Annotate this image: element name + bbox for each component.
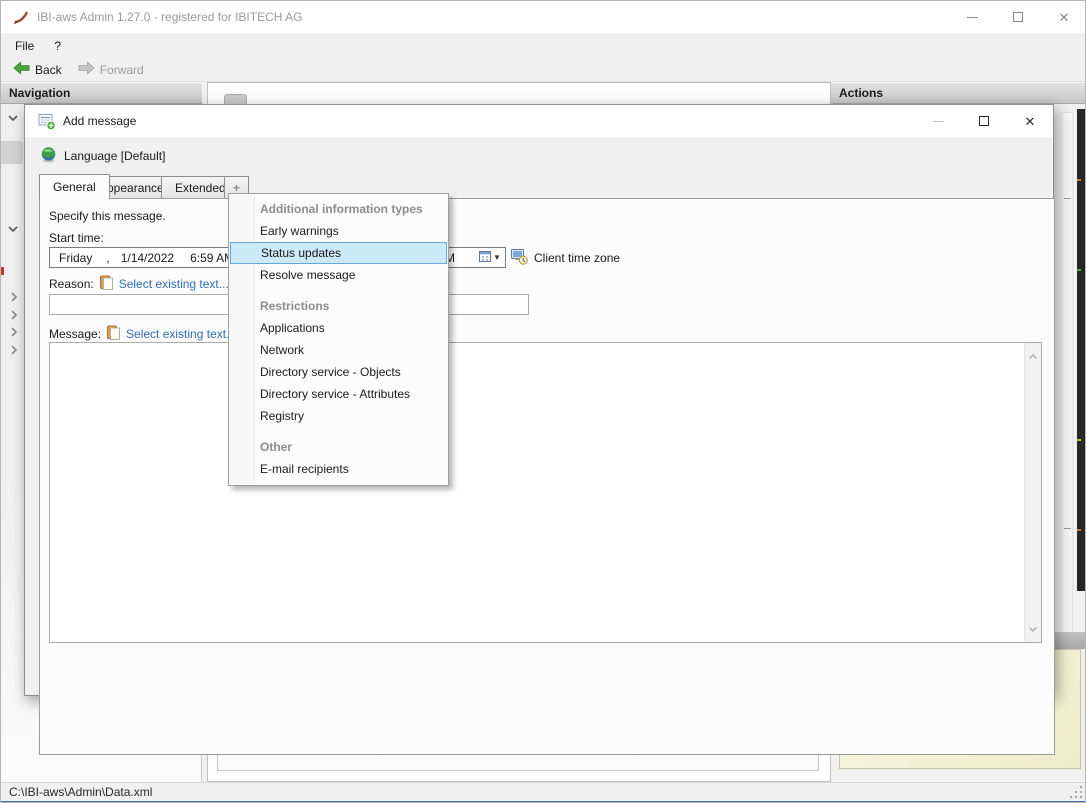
status-path: C:\IBI-aws\Admin\Data.xml xyxy=(9,785,153,799)
reason-label: Reason: xyxy=(49,277,94,291)
dialog-close-button[interactable]: ✕ xyxy=(1007,105,1053,137)
navigation-panel-header: Navigation xyxy=(1,82,202,104)
add-message-icon xyxy=(38,112,56,133)
language-label: Language [Default] xyxy=(64,149,166,163)
forward-arrow-icon xyxy=(78,61,95,78)
chevron-down-icon[interactable] xyxy=(7,222,19,236)
chevron-right-icon[interactable] xyxy=(10,326,18,341)
reason-row: Reason: Select existing text... xyxy=(49,275,229,293)
menu-item-early-warnings[interactable]: Early warnings xyxy=(229,220,448,242)
general-tab-panel: Specify this message. Start time: Friday… xyxy=(39,198,1055,755)
add-message-dialog: Add message ✕ Language [Default] General… xyxy=(24,104,1055,755)
tab-general[interactable]: General xyxy=(39,174,110,199)
menu-help[interactable]: ? xyxy=(44,33,71,58)
intro-text: Specify this message. xyxy=(49,209,166,223)
window-maximize-button[interactable] xyxy=(995,1,1041,33)
chevron-right-icon[interactable] xyxy=(10,344,18,359)
chevron-down-icon[interactable] xyxy=(7,111,19,125)
navigation-marker xyxy=(1,267,4,275)
calendar-icon xyxy=(479,250,492,265)
client-time-zone[interactable]: Client time zone xyxy=(511,247,620,268)
menu-item-applications[interactable]: Applications xyxy=(229,317,448,339)
navigation-toolbar: Back Forward xyxy=(1,58,1085,82)
menu-bar: File ? xyxy=(1,33,1085,58)
app-window: IBI-aws Admin 1.27.0 - registered for IB… xyxy=(0,0,1086,803)
chevron-down-icon: ▼ xyxy=(493,253,501,262)
window-titlebar: IBI-aws Admin 1.27.0 - registered for IB… xyxy=(1,1,1085,33)
scroll-down-icon[interactable] xyxy=(1028,622,1038,636)
window-title: IBI-aws Admin 1.27.0 - registered for IB… xyxy=(37,10,303,24)
menu-group-restrictions: Restrictions xyxy=(260,299,330,313)
maximize-icon xyxy=(979,116,989,126)
client-time-zone-label: Client time zone xyxy=(534,250,621,265)
window-minimize-button[interactable] xyxy=(949,1,995,33)
minimize-icon xyxy=(932,120,944,122)
picker-date[interactable]: 1/14/2022 xyxy=(121,251,174,265)
menu-item-status-updates[interactable]: Status updates xyxy=(230,242,447,264)
close-icon: ✕ xyxy=(1058,9,1070,25)
dialog-title: Add message xyxy=(63,114,137,128)
close-icon: ✕ xyxy=(1024,113,1036,129)
message-label: Message: xyxy=(49,327,102,341)
menu-item-network[interactable]: Network xyxy=(229,339,448,361)
actions-panel-header: Actions xyxy=(831,82,1085,104)
menu-item-directory-service-objects[interactable]: Directory service - Objects xyxy=(229,361,448,383)
back-button[interactable]: Back xyxy=(7,59,68,81)
dialog-minimize-button[interactable] xyxy=(915,105,961,137)
message-scrollbar[interactable] xyxy=(1024,343,1041,642)
chevron-right-icon[interactable] xyxy=(10,291,18,306)
start-time-label: Start time: xyxy=(49,231,104,245)
globe-icon xyxy=(40,146,57,166)
scroll-up-icon[interactable] xyxy=(1028,349,1038,363)
back-arrow-icon xyxy=(13,61,30,78)
menu-file[interactable]: File xyxy=(1,33,44,58)
menu-item-e-mail-recipients[interactable]: E-mail recipients xyxy=(229,458,448,480)
actions-scrollbar[interactable] xyxy=(1061,112,1073,636)
message-row: Message: Select existing text... xyxy=(49,325,236,343)
picker-day[interactable]: Friday xyxy=(59,251,92,265)
dialog-titlebar: Add message ✕ xyxy=(25,105,1053,137)
client-time-zone-icon xyxy=(511,248,528,268)
status-bar: C:\IBI-aws\Admin\Data.xml xyxy=(1,782,1085,801)
maximize-icon xyxy=(1013,12,1023,22)
resize-grip-icon[interactable] xyxy=(1070,786,1083,799)
navigation-selected-item[interactable] xyxy=(1,141,23,164)
menu-group-other: Other xyxy=(260,440,293,454)
app-icon xyxy=(13,9,30,29)
dialog-maximize-button[interactable] xyxy=(961,105,1007,137)
picker-separator: , xyxy=(106,250,110,265)
screenshot-thumbnail xyxy=(1077,109,1085,591)
language-selector[interactable]: Language [Default] xyxy=(40,146,165,166)
forward-button[interactable]: Forward xyxy=(72,59,150,81)
message-textarea[interactable] xyxy=(49,342,1042,643)
message-select-existing-link[interactable]: Select existing text... xyxy=(126,327,236,341)
clipboard-icon xyxy=(107,325,121,343)
window-close-button[interactable]: ✕ xyxy=(1041,1,1085,33)
menu-item-directory-service-attributes[interactable]: Directory service - Attributes xyxy=(229,383,448,405)
clipboard-icon xyxy=(99,275,113,293)
calendar-dropdown-button[interactable]: ▼ xyxy=(477,249,503,266)
reason-select-existing-link[interactable]: Select existing text... xyxy=(119,277,229,291)
chevron-right-icon[interactable] xyxy=(10,309,18,324)
menu-item-resolve-message[interactable]: Resolve message xyxy=(229,264,448,286)
type-menu: Additional information types Early warnin… xyxy=(228,193,449,486)
menu-group-additional-information-types: Additional information types xyxy=(260,202,423,216)
minimize-icon xyxy=(966,16,978,18)
menu-item-registry[interactable]: Registry xyxy=(229,405,448,427)
